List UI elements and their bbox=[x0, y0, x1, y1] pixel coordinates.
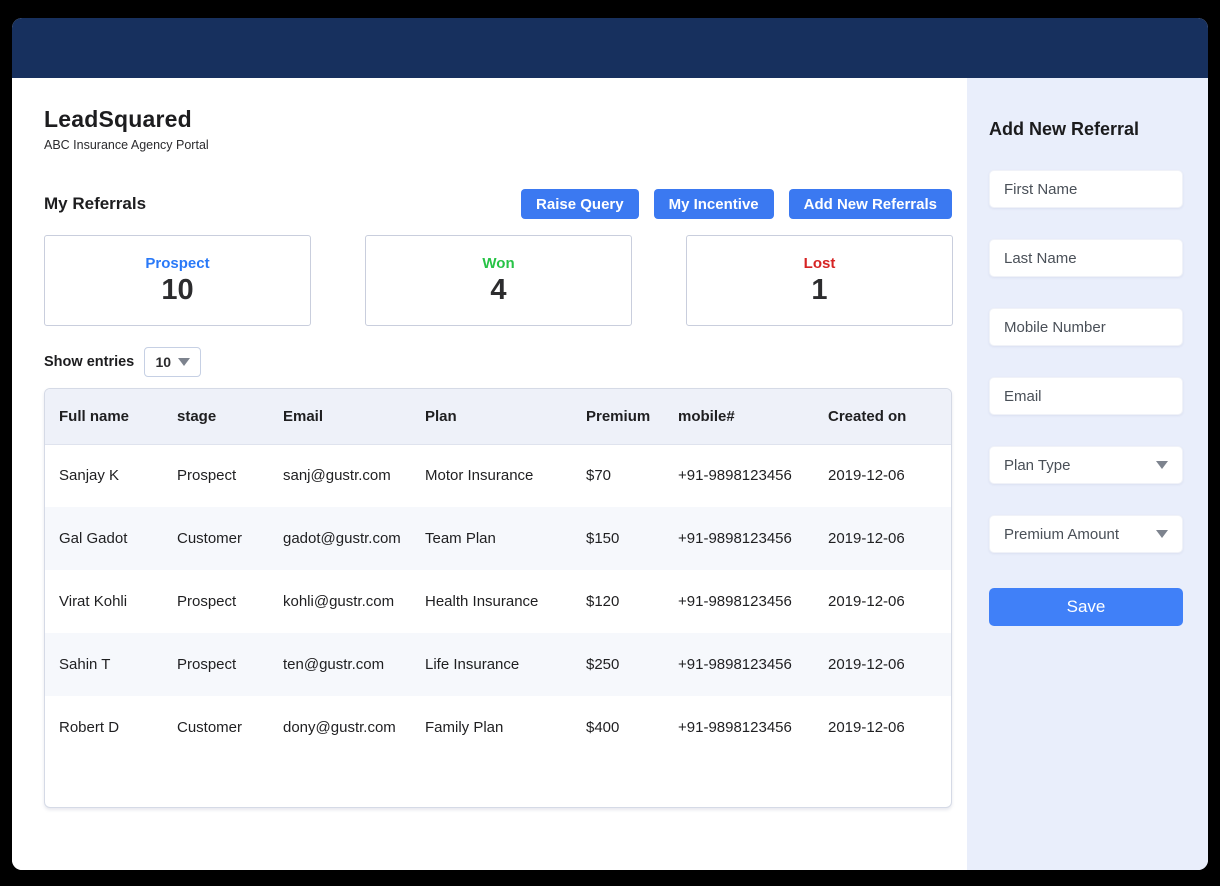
table-cell: $70 bbox=[573, 444, 678, 507]
last-name-field-wrap bbox=[989, 239, 1183, 277]
referrals-table: Full namestageEmailPlanPremiummobile#Cre… bbox=[45, 389, 951, 759]
chevron-down-icon bbox=[1156, 530, 1168, 538]
action-buttons: Raise Query My Incentive Add New Referra… bbox=[521, 189, 952, 219]
table-cell: 2019-12-06 bbox=[828, 570, 951, 633]
raise-query-button[interactable]: Raise Query bbox=[521, 189, 639, 219]
table-cell: +91-9898123456 bbox=[678, 696, 828, 759]
my-referrals-heading: My Referrals bbox=[44, 194, 146, 214]
column-header: Premium bbox=[573, 389, 678, 444]
stat-card-won: Won 4 bbox=[365, 235, 632, 326]
table-header-row: Full namestageEmailPlanPremiummobile#Cre… bbox=[45, 389, 951, 444]
email-field-wrap bbox=[989, 377, 1183, 415]
table-body: Sanjay KProspectsanj@gustr.comMotor Insu… bbox=[45, 444, 951, 759]
premium-amount-select[interactable]: Premium Amount bbox=[989, 515, 1183, 553]
entries-count-dropdown[interactable]: 10 bbox=[144, 347, 201, 377]
show-entries-row: Show entries 10 bbox=[44, 347, 952, 377]
table-cell: 2019-12-06 bbox=[828, 507, 951, 570]
table-cell: Robert D bbox=[45, 696, 177, 759]
table-cell: ten@gustr.com bbox=[283, 633, 425, 696]
plan-type-value: Plan Type bbox=[1004, 457, 1070, 474]
table-cell: Family Plan bbox=[425, 696, 573, 759]
table-row: Gal GadotCustomergadot@gustr.comTeam Pla… bbox=[45, 507, 951, 570]
content-area: LeadSquared ABC Insurance Agency Portal … bbox=[12, 78, 1208, 870]
table-cell: Prospect bbox=[177, 444, 283, 507]
table-cell: $150 bbox=[573, 507, 678, 570]
my-incentive-button[interactable]: My Incentive bbox=[654, 189, 774, 219]
table-row: Sahin TProspectten@gustr.comLife Insuran… bbox=[45, 633, 951, 696]
column-header: Full name bbox=[45, 389, 177, 444]
stat-label-prospect: Prospect bbox=[145, 255, 209, 272]
email-input[interactable] bbox=[990, 378, 1182, 414]
table-cell: Health Insurance bbox=[425, 570, 573, 633]
save-button[interactable]: Save bbox=[989, 588, 1183, 626]
table-cell: 2019-12-06 bbox=[828, 444, 951, 507]
chevron-down-icon bbox=[1156, 461, 1168, 469]
column-header: stage bbox=[177, 389, 283, 444]
mobile-number-field-wrap bbox=[989, 308, 1183, 346]
column-header: Plan bbox=[425, 389, 573, 444]
table-cell: 2019-12-06 bbox=[828, 696, 951, 759]
column-header: mobile# bbox=[678, 389, 828, 444]
stat-label-won: Won bbox=[482, 255, 514, 272]
page-subtitle: ABC Insurance Agency Portal bbox=[44, 138, 952, 152]
table-cell: gadot@gustr.com bbox=[283, 507, 425, 570]
table-cell: dony@gustr.com bbox=[283, 696, 425, 759]
table-cell: Prospect bbox=[177, 633, 283, 696]
add-referral-sidebar: Add New Referral Plan Type Premium Amoun… bbox=[967, 78, 1208, 870]
stat-value-prospect: 10 bbox=[161, 275, 193, 305]
referrals-header-row: My Referrals Raise Query My Incentive Ad… bbox=[44, 189, 952, 219]
stat-card-prospect: Prospect 10 bbox=[44, 235, 311, 326]
stat-value-lost: 1 bbox=[811, 275, 827, 305]
entries-count-value: 10 bbox=[155, 354, 171, 370]
premium-amount-value: Premium Amount bbox=[1004, 526, 1119, 543]
table-cell: Life Insurance bbox=[425, 633, 573, 696]
column-header: Created on bbox=[828, 389, 951, 444]
sidebar-heading: Add New Referral bbox=[989, 119, 1183, 140]
stat-label-lost: Lost bbox=[804, 255, 836, 272]
table-cell: 2019-12-06 bbox=[828, 633, 951, 696]
table-cell: +91-9898123456 bbox=[678, 444, 828, 507]
main-panel: LeadSquared ABC Insurance Agency Portal … bbox=[12, 78, 967, 870]
table-cell: $250 bbox=[573, 633, 678, 696]
top-navigation-bar bbox=[12, 18, 1208, 78]
table-row: Sanjay KProspectsanj@gustr.comMotor Insu… bbox=[45, 444, 951, 507]
show-entries-label: Show entries bbox=[44, 354, 134, 370]
table-head: Full namestageEmailPlanPremiummobile#Cre… bbox=[45, 389, 951, 444]
chevron-down-icon bbox=[178, 358, 190, 366]
table-cell: kohli@gustr.com bbox=[283, 570, 425, 633]
table-cell: $400 bbox=[573, 696, 678, 759]
table-cell: Customer bbox=[177, 696, 283, 759]
table-cell: +91-9898123456 bbox=[678, 633, 828, 696]
stat-card-lost: Lost 1 bbox=[686, 235, 953, 326]
table-cell: Sanjay K bbox=[45, 444, 177, 507]
table-row: Robert DCustomerdony@gustr.comFamily Pla… bbox=[45, 696, 951, 759]
first-name-field-wrap bbox=[989, 170, 1183, 208]
column-header: Email bbox=[283, 389, 425, 444]
table-cell: sanj@gustr.com bbox=[283, 444, 425, 507]
table-cell: Prospect bbox=[177, 570, 283, 633]
referrals-table-card: Full namestageEmailPlanPremiummobile#Cre… bbox=[44, 388, 952, 808]
table-cell: Gal Gadot bbox=[45, 507, 177, 570]
table-cell: Customer bbox=[177, 507, 283, 570]
table-cell: $120 bbox=[573, 570, 678, 633]
table-cell: Team Plan bbox=[425, 507, 573, 570]
table-cell: Virat Kohli bbox=[45, 570, 177, 633]
table-cell: +91-9898123456 bbox=[678, 570, 828, 633]
stat-value-won: 4 bbox=[490, 275, 506, 305]
app-window: LeadSquared ABC Insurance Agency Portal … bbox=[12, 18, 1208, 870]
first-name-input[interactable] bbox=[990, 171, 1182, 207]
add-new-referrals-button[interactable]: Add New Referrals bbox=[789, 189, 952, 219]
stats-row: Prospect 10 Won 4 Lost 1 bbox=[44, 235, 953, 326]
table-cell: Sahin T bbox=[45, 633, 177, 696]
last-name-input[interactable] bbox=[990, 240, 1182, 276]
mobile-number-input[interactable] bbox=[990, 309, 1182, 345]
page-title: LeadSquared bbox=[44, 106, 952, 133]
plan-type-select[interactable]: Plan Type bbox=[989, 446, 1183, 484]
table-cell: +91-9898123456 bbox=[678, 507, 828, 570]
table-row: Virat KohliProspectkohli@gustr.comHealth… bbox=[45, 570, 951, 633]
table-cell: Motor Insurance bbox=[425, 444, 573, 507]
